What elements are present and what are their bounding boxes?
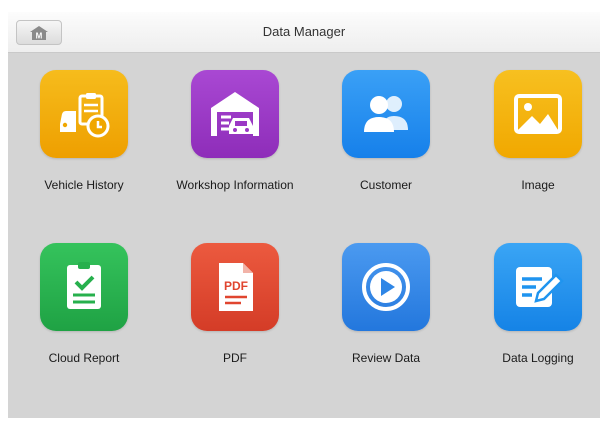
header-bar: M Data Manager xyxy=(8,12,600,53)
pdf-document-icon: PDF xyxy=(191,243,279,331)
tile-label: Image xyxy=(521,178,555,192)
page-title: Data Manager xyxy=(262,24,346,39)
edit-note-icon xyxy=(494,243,582,331)
clipboard-check-icon xyxy=(40,243,128,331)
image-icon xyxy=(494,70,582,158)
app-window: M Data Manager Vehicle History Workshop … xyxy=(8,12,600,418)
vehicle-history-icon xyxy=(40,70,128,158)
pdf-icon-text: PDF xyxy=(224,279,248,293)
play-icon xyxy=(342,243,430,331)
tile-data-logging[interactable]: Data Logging xyxy=(438,243,600,365)
page-indicator xyxy=(8,412,600,418)
workshop-garage-icon xyxy=(191,70,279,158)
customer-users-icon xyxy=(342,70,430,158)
tile-label: Data Logging xyxy=(502,351,574,365)
tile-image[interactable]: Image xyxy=(438,70,600,192)
